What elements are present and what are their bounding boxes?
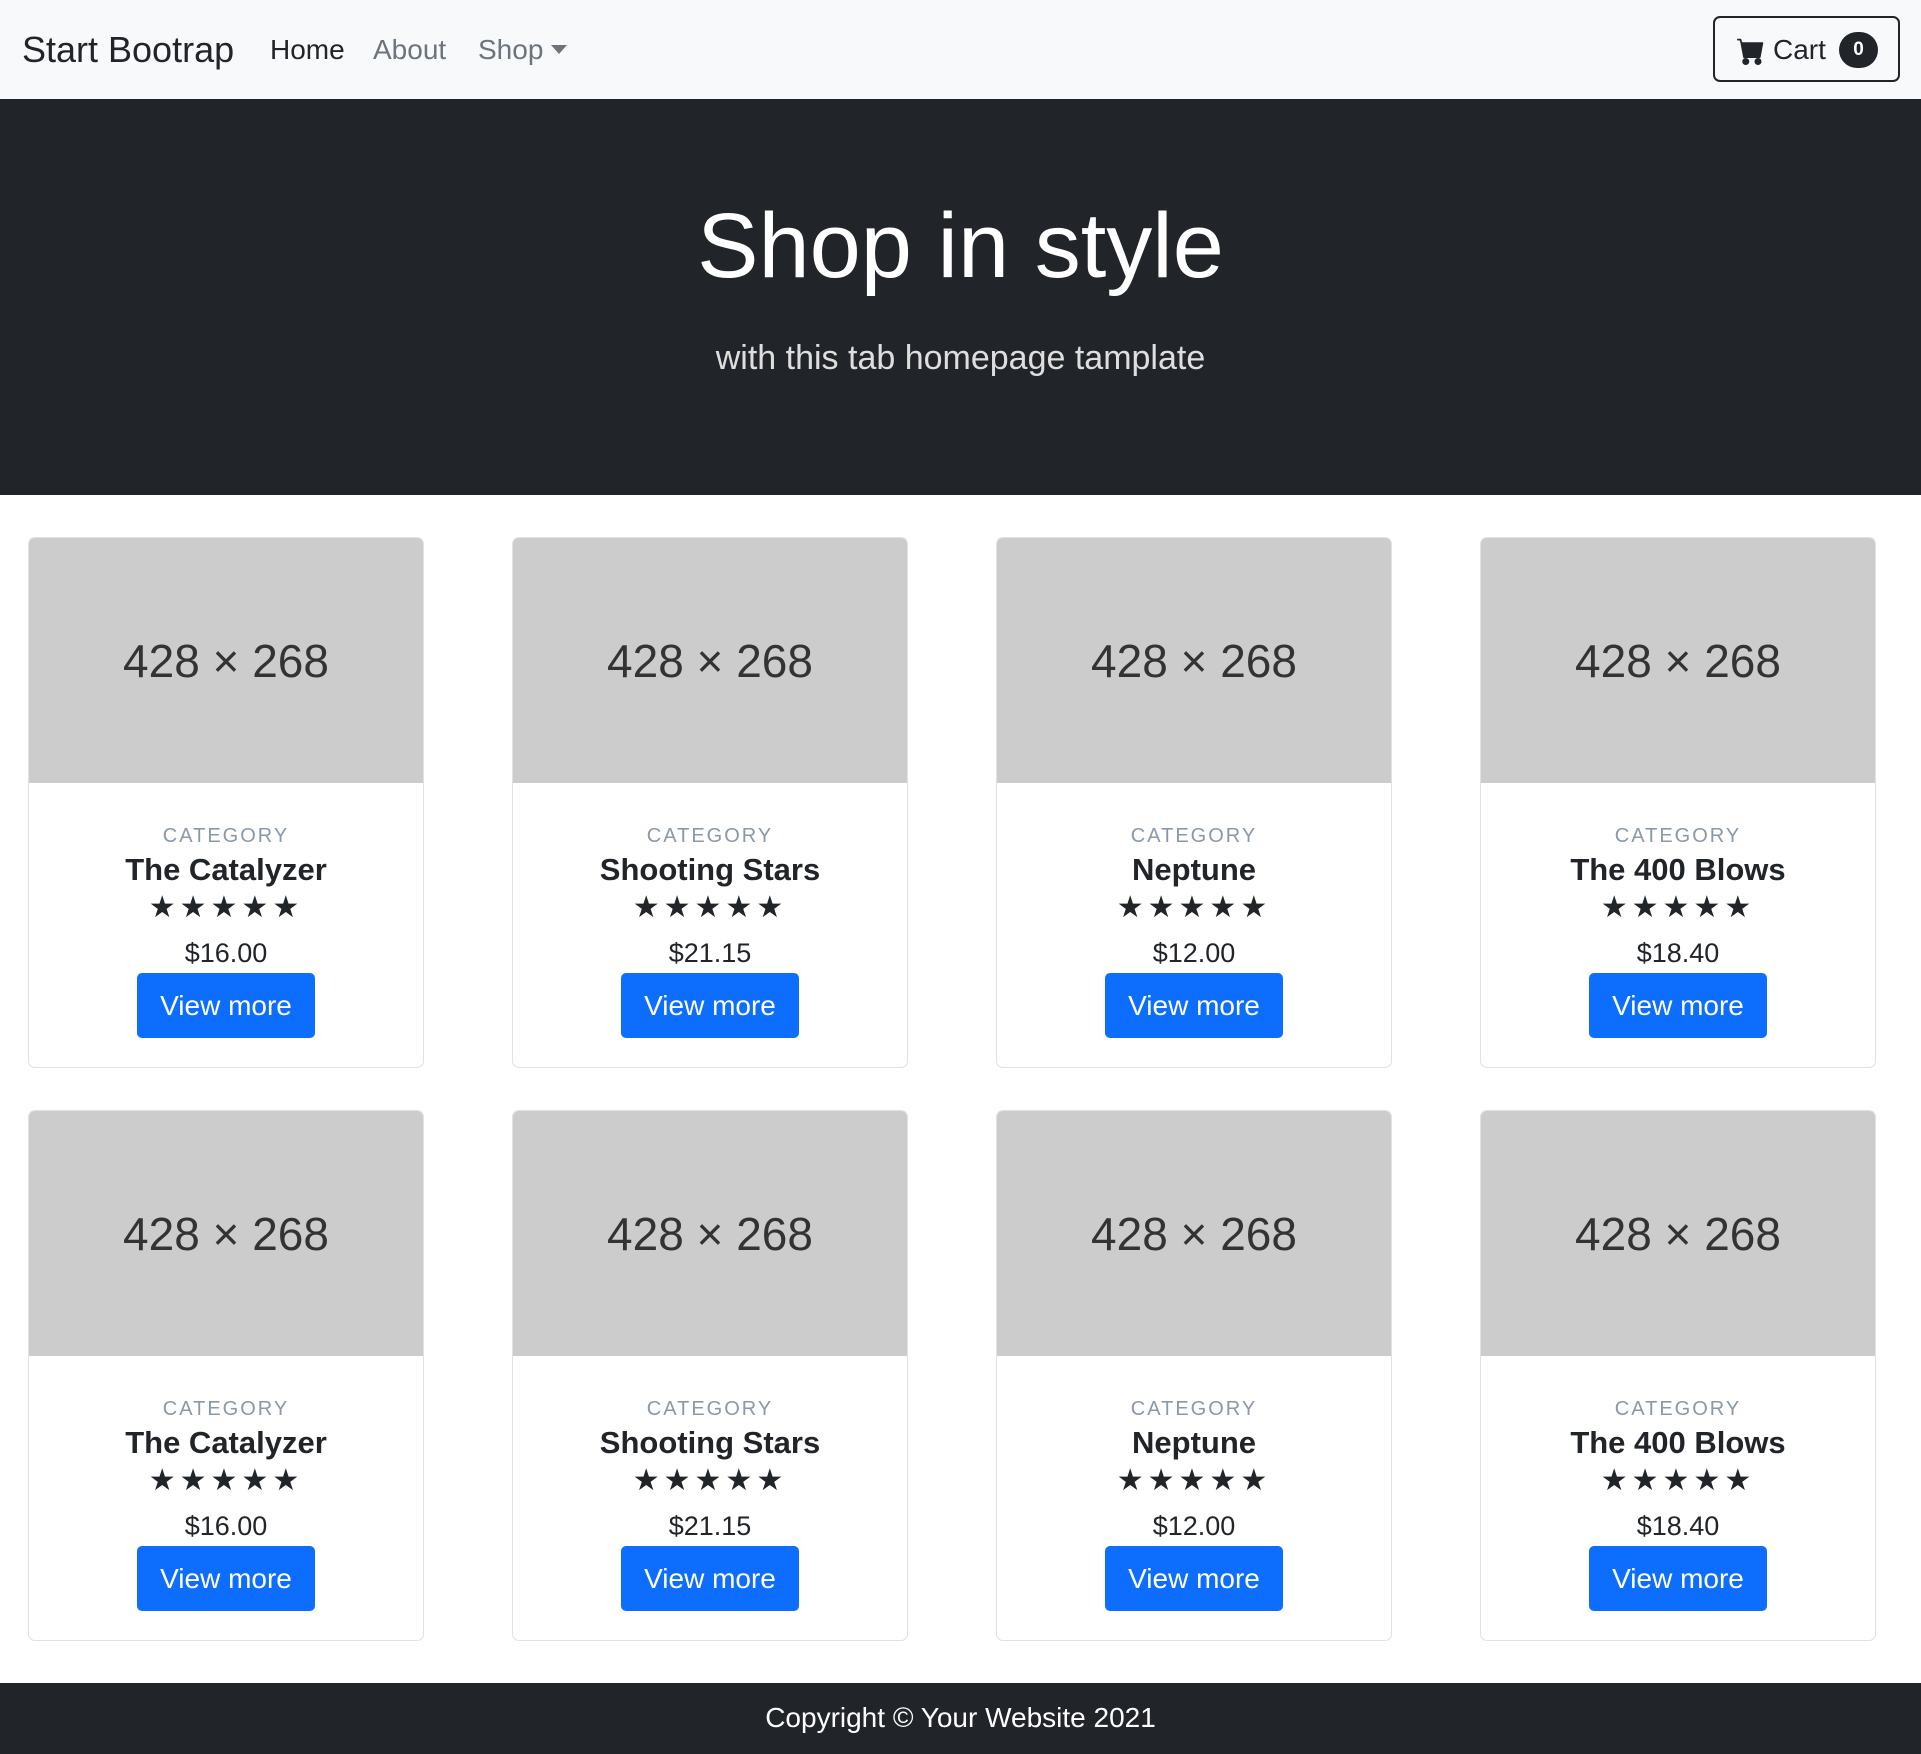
star-rating-icon: ★★★★★	[1116, 891, 1272, 924]
product-name: The 400 Blows	[1570, 852, 1786, 887]
brand-link[interactable]: Start Bootrap	[22, 28, 234, 72]
product-price: $16.00	[184, 938, 268, 968]
product-name: The Catalyzer	[125, 1425, 327, 1460]
star-rating-icon: ★★★★★	[632, 1464, 788, 1497]
nav-link-about[interactable]: About	[373, 32, 446, 68]
product-card: 428 × 268 CATEGORY The Catalyzer ★★★★★ $…	[28, 1110, 424, 1641]
view-more-button[interactable]: View more	[621, 1546, 799, 1611]
cart-icon	[1737, 38, 1764, 65]
product-card: 428 × 268 CATEGORY Neptune ★★★★★ $12.00 …	[996, 537, 1392, 1068]
nav-link-shop-dropdown[interactable]: Shop	[478, 32, 543, 68]
cart-label: Cart	[1773, 34, 1826, 65]
image-size-label: 428 × 268	[123, 1208, 329, 1260]
product-card: 428 × 268 CATEGORY Shooting Stars ★★★★★ …	[512, 1110, 908, 1641]
footer: Copyright © Your Website 2021	[0, 1683, 1921, 1754]
image-size-label: 428 × 268	[607, 1208, 813, 1260]
product-name: The 400 Blows	[1570, 1425, 1786, 1460]
product-image-placeholder: 428 × 268	[513, 1111, 907, 1356]
star-rating-icon: ★★★★★	[1600, 1464, 1756, 1497]
product-name: Shooting Stars	[599, 1425, 821, 1460]
product-image-placeholder: 428 × 268	[513, 538, 907, 783]
view-more-button[interactable]: View more	[1589, 1546, 1767, 1611]
image-size-label: 428 × 268	[1091, 1208, 1297, 1260]
caret-down-icon[interactable]	[551, 45, 567, 54]
nav-link-home[interactable]: Home	[270, 32, 345, 68]
star-rating-icon: ★★★★★	[148, 891, 304, 924]
view-more-button[interactable]: View more	[1105, 973, 1283, 1038]
product-price: $18.40	[1636, 938, 1720, 968]
product-name: Neptune	[1132, 852, 1256, 887]
view-more-button[interactable]: View more	[137, 973, 315, 1038]
image-size-label: 428 × 268	[1575, 635, 1781, 687]
view-more-button[interactable]: View more	[137, 1546, 315, 1611]
product-category: CATEGORY	[162, 1398, 290, 1420]
product-price: $18.40	[1636, 1511, 1720, 1541]
product-image-placeholder: 428 × 268	[997, 1111, 1391, 1356]
image-size-label: 428 × 268	[1575, 1208, 1781, 1260]
navbar: Start Bootrap Home About Shop Cart 0	[0, 0, 1921, 99]
product-price: $16.00	[184, 1511, 268, 1541]
product-card: 428 × 268 CATEGORY The Catalyzer ★★★★★ $…	[28, 537, 424, 1068]
hero-banner: Shop in style with this tab homepage tam…	[0, 99, 1921, 495]
star-rating-icon: ★★★★★	[1600, 891, 1756, 924]
image-size-label: 428 × 268	[1091, 635, 1297, 687]
product-category: CATEGORY	[646, 825, 774, 847]
product-card: 428 × 268 CATEGORY The 400 Blows ★★★★★ $…	[1480, 1110, 1876, 1641]
product-price: $21.15	[668, 1511, 752, 1541]
product-image-placeholder: 428 × 268	[29, 538, 423, 783]
product-name: Neptune	[1132, 1425, 1256, 1460]
product-category: CATEGORY	[646, 1398, 774, 1420]
product-price: $12.00	[1152, 938, 1236, 968]
product-card: 428 × 268 CATEGORY Neptune ★★★★★ $12.00 …	[996, 1110, 1392, 1641]
cart-count-badge: 0	[1839, 32, 1878, 68]
product-price: $21.15	[668, 938, 752, 968]
product-category: CATEGORY	[162, 825, 290, 847]
product-image-placeholder: 428 × 268	[997, 538, 1391, 783]
star-rating-icon: ★★★★★	[1116, 1464, 1272, 1497]
product-category: CATEGORY	[1614, 825, 1742, 847]
product-category: CATEGORY	[1130, 825, 1258, 847]
view-more-button[interactable]: View more	[621, 973, 799, 1038]
product-image-placeholder: 428 × 268	[1481, 1111, 1875, 1356]
star-rating-icon: ★★★★★	[148, 1464, 304, 1497]
hero-subtitle: with this tab homepage tamplate	[715, 339, 1206, 377]
cart-button[interactable]: Cart 0	[1713, 16, 1900, 82]
product-name: The Catalyzer	[125, 852, 327, 887]
star-rating-icon: ★★★★★	[632, 891, 788, 924]
product-image-placeholder: 428 × 268	[29, 1111, 423, 1356]
product-card: 428 × 268 CATEGORY The 400 Blows ★★★★★ $…	[1480, 537, 1876, 1068]
copyright-text: Copyright © Your Website 2021	[765, 1702, 1156, 1733]
product-category: CATEGORY	[1130, 1398, 1258, 1420]
image-size-label: 428 × 268	[607, 635, 813, 687]
product-price: $12.00	[1152, 1511, 1236, 1541]
product-name: Shooting Stars	[599, 852, 821, 887]
view-more-button[interactable]: View more	[1105, 1546, 1283, 1611]
image-size-label: 428 × 268	[123, 635, 329, 687]
view-more-button[interactable]: View more	[1589, 973, 1767, 1038]
product-card: 428 × 268 CATEGORY Shooting Stars ★★★★★ …	[512, 537, 908, 1068]
product-category: CATEGORY	[1614, 1398, 1742, 1420]
product-image-placeholder: 428 × 268	[1481, 538, 1875, 783]
hero-title: Shop in style	[697, 195, 1224, 297]
